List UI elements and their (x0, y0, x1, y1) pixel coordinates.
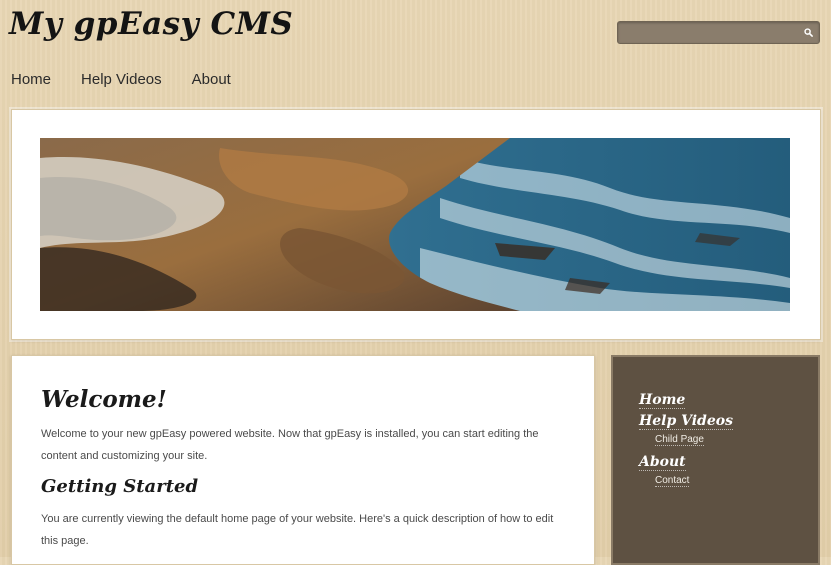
sidebar-item-label: Contact (655, 475, 690, 487)
sidebar-item-contact[interactable]: Contact (655, 473, 733, 489)
sidebar-item-child-page[interactable]: Child Page (655, 432, 733, 448)
search-button[interactable] (799, 24, 817, 41)
body-paragraph: You are currently viewing the default ho… (41, 513, 554, 547)
main-nav: Home Help Videos About (11, 71, 261, 91)
content-area: Welcome! Welcome to your new gpEasy powe… (41, 386, 571, 552)
sidebar-item-label: Child Page (655, 434, 704, 446)
search-box (617, 21, 820, 44)
site-title[interactable]: My gpEasy CMS (9, 6, 293, 42)
banner-frame (11, 109, 821, 340)
sidebar-item-help-videos[interactable]: Help Videos (639, 411, 733, 432)
intro-paragraph: Welcome to your new gpEasy powered websi… (41, 428, 539, 462)
nav-item-about[interactable]: About (192, 71, 231, 91)
nav-item-home[interactable]: Home (11, 71, 51, 91)
sidebar-item-about[interactable]: About (639, 452, 733, 473)
sidebar-menu: Home Help Videos Child Page About Contac… (639, 390, 733, 493)
sidebar-item-label: Home (639, 392, 686, 409)
sidebar-item-label: About (639, 454, 686, 471)
sidebar-item-home[interactable]: Home (639, 390, 733, 411)
search-input[interactable] (618, 22, 806, 43)
nav-item-help-videos[interactable]: Help Videos (81, 71, 162, 91)
content-panel: Welcome! Welcome to your new gpEasy powe… (11, 355, 595, 565)
banner-image (40, 138, 790, 311)
welcome-heading: Welcome! (41, 386, 167, 413)
sidebar: Home Help Videos Child Page About Contac… (611, 355, 820, 565)
sidebar-item-label: Help Videos (639, 413, 733, 430)
getting-started-heading: Getting Started (41, 476, 199, 497)
search-icon (803, 28, 813, 37)
